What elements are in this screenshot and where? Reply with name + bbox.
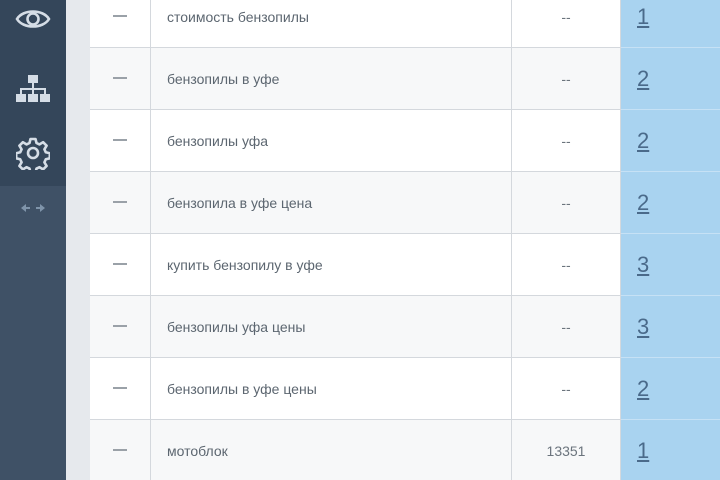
row-mark-cell: — [90,295,151,358]
table-row: — бензопилы уфа-- 2 [90,109,720,172]
sidebar-item-structure[interactable] [0,58,66,120]
keyword-cell: бензопилы уфа цены [150,295,512,358]
frequency-cell: 13351 [511,419,621,480]
keywords-table: —стоимость бензопилы--1—бензопилы в уфе-… [90,0,720,480]
table-row: — бензопилы в уфе цены-- 2 [90,357,720,420]
keyword-cell: бензопилы в уфе [150,47,512,110]
table-row: — стоимость бензопилы-- 1 [90,0,720,48]
row-mark-cell: — [90,171,151,234]
row-mark-cell: — [90,47,151,110]
position-link[interactable]: 2 [637,66,649,91]
position-cell: 3 [620,295,720,358]
keyword-cell: бензопила в уфе цена [150,171,512,234]
position-link[interactable]: 3 [637,252,649,277]
app-window: —стоимость бензопилы--1—бензопилы в уфе-… [0,0,720,480]
frequency-cell: -- [511,233,621,296]
row-mark-cell: — [90,419,151,480]
table-row: — бензопилы в уфе-- 2 [90,47,720,110]
frequency-cell: -- [511,171,621,234]
position-link[interactable]: 1 [637,438,649,463]
row-mark-cell: — [90,109,151,172]
sitemap-icon [16,75,50,102]
frequency-cell: -- [511,109,621,172]
position-link[interactable]: 2 [637,376,649,401]
keyword-cell: мотоблок [150,419,512,480]
frequency-cell: -- [511,357,621,420]
sidebar [0,0,66,480]
eye-icon [15,10,51,28]
keyword-cell: стоимость бензопилы [150,0,512,48]
position-cell: 2 [620,47,720,110]
table-row: — мотоблок13351 1 [90,419,720,480]
keyword-cell: бензопилы в уфе цены [150,357,512,420]
table-row: — бензопилы уфа цены-- 3 [90,295,720,358]
position-link[interactable]: 1 [637,4,649,29]
keyword-cell: бензопилы уфа [150,109,512,172]
frequency-cell: -- [511,295,621,358]
sidebar-item-settings[interactable] [0,122,66,184]
frequency-cell: -- [511,0,621,48]
row-mark: — [113,263,127,266]
row-mark: — [113,449,127,452]
sidebar-collapse-toggle[interactable] [0,196,66,220]
position-cell: 3 [620,233,720,296]
collapse-arrows-icon [21,204,45,212]
row-mark: — [113,15,127,18]
sidebar-item-overview[interactable] [0,0,66,50]
frequency-cell: -- [511,47,621,110]
row-mark-cell: — [90,0,151,48]
position-link[interactable]: 3 [637,314,649,339]
position-link[interactable]: 2 [637,128,649,153]
row-mark-cell: — [90,357,151,420]
row-mark: — [113,77,127,80]
row-mark: — [113,139,127,142]
position-cell: 2 [620,357,720,420]
sidebar-nav [0,0,66,186]
position-cell: 1 [620,419,720,480]
table-row: — купить бензопилу в уфе-- 3 [90,233,720,296]
row-mark: — [113,201,127,204]
position-link[interactable]: 2 [637,190,649,215]
table-row: — бензопила в уфе цена-- 2 [90,171,720,234]
position-cell: 2 [620,109,720,172]
position-cell: 2 [620,171,720,234]
table-gutter [66,0,90,480]
row-mark: — [113,387,127,390]
position-cell: 1 [620,0,720,48]
row-mark-cell: — [90,233,151,296]
row-mark: — [113,325,127,328]
gear-icon [16,137,50,170]
keyword-cell: купить бензопилу в уфе [150,233,512,296]
